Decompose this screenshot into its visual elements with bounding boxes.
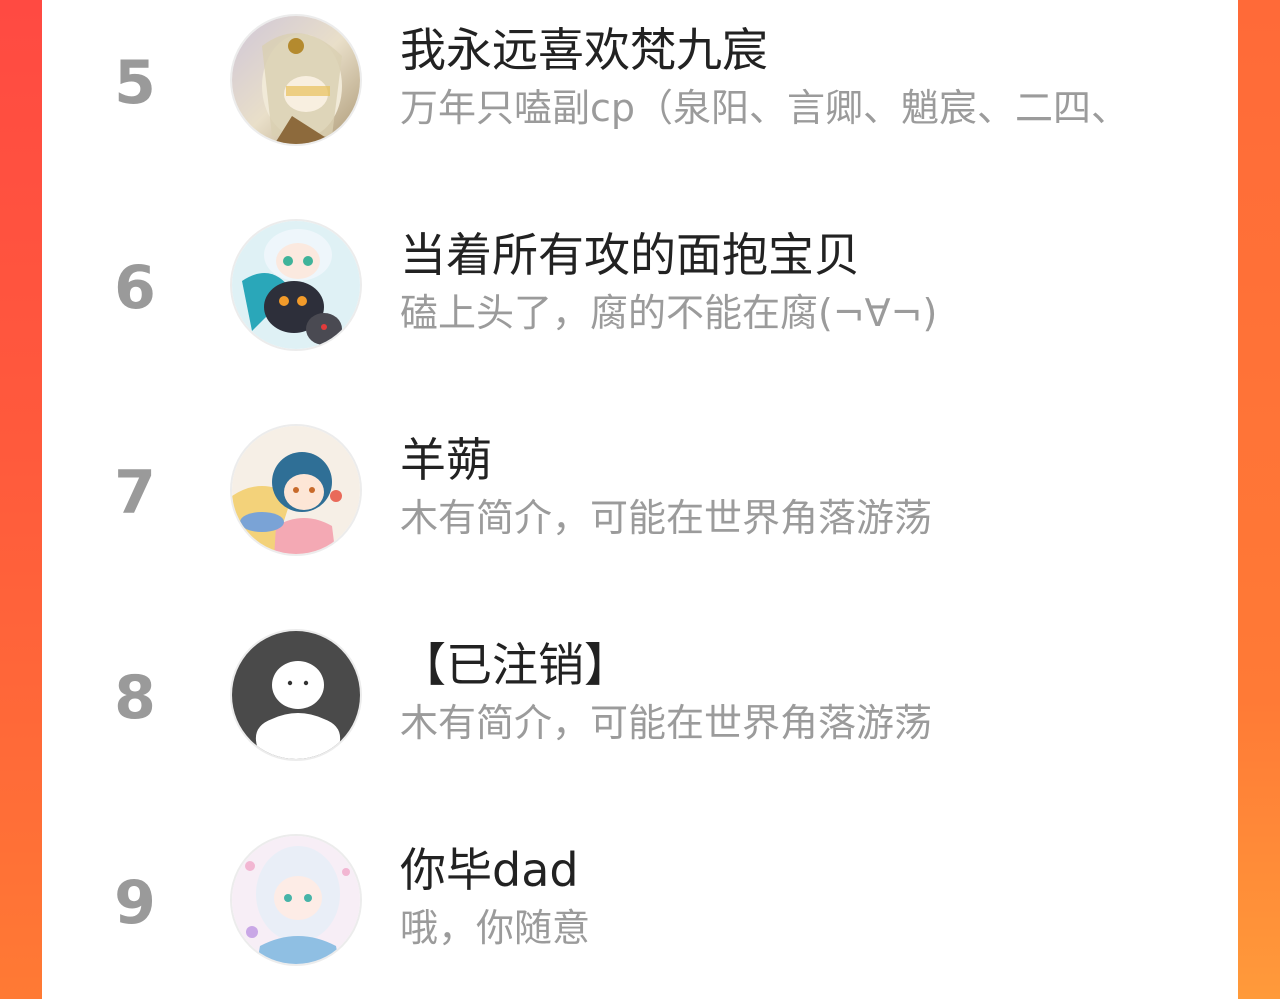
- anime-avatar-icon: [232, 426, 360, 554]
- user-name[interactable]: 我永远喜欢梵九宸: [400, 22, 768, 78]
- rank-number: 5: [114, 48, 156, 118]
- user-name[interactable]: 羊蒴: [400, 432, 492, 488]
- user-description: 哦，你随意: [400, 906, 591, 950]
- default-user-icon: [232, 631, 360, 759]
- avatar[interactable]: [230, 424, 362, 556]
- rank-number: 9: [114, 868, 156, 938]
- anime-avatar-icon: [232, 836, 360, 964]
- user-name[interactable]: 你毕dad: [400, 842, 579, 898]
- user-description: 木有简介，可能在世界角落游荡: [400, 701, 933, 745]
- list-item[interactable]: 5 我永远喜欢梵九宸 万年只嗑副cp（泉阳、言卿、魈宸、二四、: [42, 10, 1238, 150]
- background-right-edge: [1238, 0, 1280, 999]
- avatar[interactable]: [230, 834, 362, 966]
- rank-number: 7: [114, 458, 156, 528]
- anime-avatar-icon: [232, 221, 360, 349]
- avatar[interactable]: [230, 629, 362, 761]
- user-name[interactable]: 【已注销】: [400, 637, 630, 693]
- rank-number: 8: [114, 663, 156, 733]
- user-description: 万年只嗑副cp（泉阳、言卿、魈宸、二四、: [400, 86, 1130, 130]
- user-description: 木有简介，可能在世界角落游荡: [400, 496, 933, 540]
- list-item[interactable]: 8 【已注销】 木有简介，可能在世界角落游荡: [42, 625, 1238, 765]
- avatar[interactable]: [230, 14, 362, 146]
- avatar[interactable]: [230, 219, 362, 351]
- user-description: 磕上头了，腐的不能在腐(¬∀¬): [400, 291, 938, 335]
- list-item[interactable]: 6 当着所有攻的面抱宝贝 磕上头了，腐的不能在腐(¬∀¬): [42, 215, 1238, 355]
- list-item[interactable]: 9 你毕dad 哦，你随意: [42, 830, 1238, 970]
- list-item[interactable]: 7 羊蒴 木有简介，可能在世界角落游荡: [42, 420, 1238, 560]
- anime-avatar-icon: [232, 16, 360, 144]
- ranking-list-panel: 5 我永远喜欢梵九宸 万年只嗑副cp（泉阳、言卿、魈宸、二四、 6 当着所有攻的…: [42, 0, 1238, 999]
- user-name[interactable]: 当着所有攻的面抱宝贝: [400, 227, 860, 283]
- rank-number: 6: [114, 253, 156, 323]
